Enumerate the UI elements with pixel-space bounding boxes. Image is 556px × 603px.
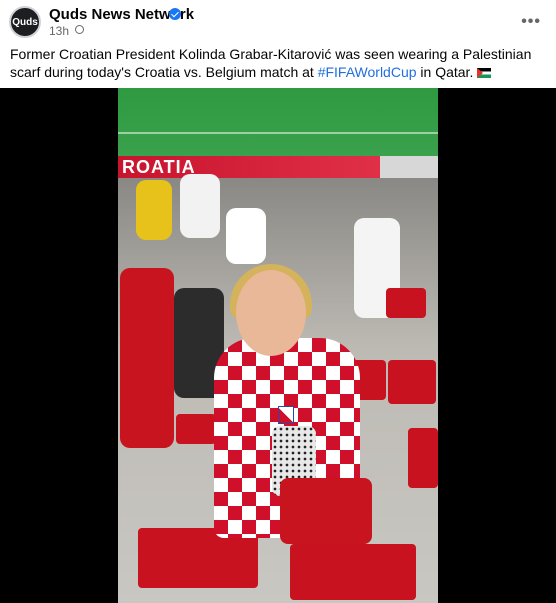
video-player[interactable]: ROATIA (0, 88, 556, 603)
stadium-board-right (380, 156, 438, 178)
facebook-post: Quds Quds News Network 13h ••• Former Cr… (0, 0, 556, 603)
spectator (226, 208, 266, 264)
caption-suffix: in Qatar. (416, 64, 474, 80)
post-header: Quds Quds News Network 13h ••• (0, 0, 556, 44)
video-frame[interactable]: ROATIA (118, 88, 438, 603)
post-caption: Former Croatian President Kolinda Grabar… (10, 45, 546, 81)
page-avatar[interactable]: Quds (9, 6, 41, 38)
red-handbag (280, 478, 372, 544)
spectator (180, 174, 220, 238)
croatia-crest-icon (278, 406, 294, 424)
pitch-grass (118, 88, 438, 158)
stadium-seat (388, 360, 436, 404)
spectator (120, 268, 174, 448)
woman-face (236, 270, 306, 356)
stadium-seat (408, 428, 438, 488)
palestine-flag-icon (477, 68, 492, 78)
verified-badge-icon (169, 8, 181, 20)
hashtag-link[interactable]: #FIFAWorldCup (318, 64, 417, 80)
stadium-seat (386, 288, 426, 318)
spectator (136, 180, 172, 240)
post-timestamp[interactable]: 13h (49, 24, 69, 38)
stadium-board: ROATIA (118, 156, 380, 178)
stadium-seat (176, 414, 216, 444)
avatar-text: Quds (12, 16, 38, 28)
stadium-seat (290, 544, 416, 600)
globe-icon (75, 25, 84, 34)
more-options-button[interactable]: ••• (521, 13, 541, 31)
